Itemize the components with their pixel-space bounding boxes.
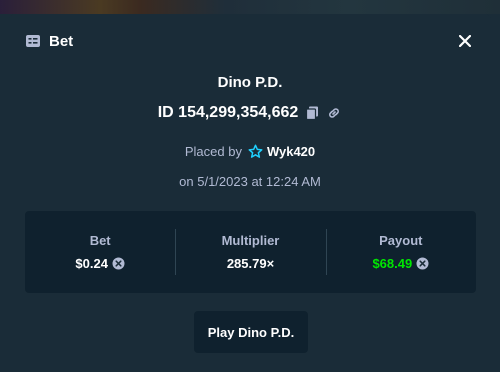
placed-by-label: Placed by: [184, 144, 242, 159]
stat-bet-value: $0.24: [75, 256, 125, 271]
vip-star-icon: [248, 144, 263, 159]
close-icon: [459, 35, 471, 47]
stat-payout-label: Payout: [379, 233, 423, 248]
link-icon[interactable]: [326, 105, 342, 121]
stat-multiplier-value: 285.79×: [226, 256, 275, 271]
close-button[interactable]: [455, 31, 475, 51]
game-name[interactable]: Dino P.D.: [9, 74, 491, 91]
stat-multiplier-label: Multiplier: [221, 233, 280, 248]
stat-payout: Payout $68.49: [325, 211, 476, 293]
modal-header: Bet: [25, 31, 475, 51]
bet-id-row: ID 154,299,354,662: [9, 104, 491, 122]
copy-icon[interactable]: [304, 105, 320, 121]
stat-multiplier: Multiplier 285.79×: [175, 211, 325, 293]
bet-date: on 5/1/2023 at 12:24 AM: [179, 174, 321, 189]
modal-title: Bet: [49, 32, 74, 50]
bet-amount: $0.24: [75, 256, 108, 271]
bet-stats-panel: Bet $0.24 Multiplier 285.79× Payout $68.…: [25, 211, 476, 293]
bet-slip-icon: [25, 33, 41, 49]
username-link[interactable]: Wyk420: [267, 144, 315, 159]
stat-bet: Bet $0.24: [25, 211, 175, 293]
payout-amount: $68.49: [372, 256, 413, 271]
background-game-banner: [0, 0, 500, 14]
bet-id: ID 154,299,354,662: [157, 104, 299, 121]
currency-coin-icon: [112, 257, 125, 270]
placed-by-row: Placed by Wyk420: [9, 144, 491, 159]
bet-details-modal: Bet Dino P.D. ID 154,299,354,662 Placed …: [9, 14, 491, 372]
stat-payout-value: $68.49: [372, 256, 429, 271]
stat-bet-label: Bet: [89, 233, 111, 248]
currency-coin-icon: [416, 257, 429, 270]
play-game-button[interactable]: Play Dino P.D.: [194, 311, 308, 353]
